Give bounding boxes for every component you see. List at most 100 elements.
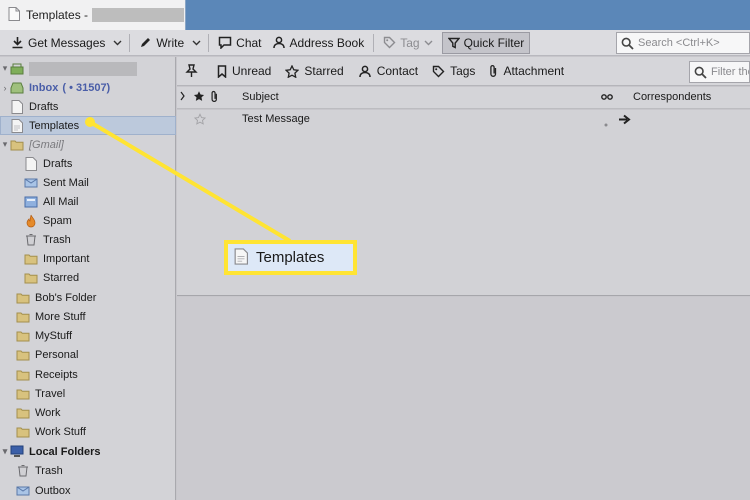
quick-filter-button[interactable]: Quick Filter [441, 31, 531, 54]
folder-outbox[interactable]: Outbox [0, 481, 176, 500]
get-messages-label: Get Messages [28, 35, 106, 50]
global-search-input[interactable]: Search <Ctrl+K> [616, 32, 750, 54]
folder-label: Trash [43, 233, 71, 246]
write-label: Write [156, 35, 185, 50]
templates-icon [10, 118, 24, 133]
collapse-arrow-icon[interactable]: ▾ [0, 446, 10, 457]
filter-messages-input[interactable]: Filter these messages <Ctrl+Shift+K> [689, 61, 750, 83]
folder-gmail-trash[interactable]: Trash [0, 230, 176, 249]
folder-label: Spam [43, 214, 72, 227]
filter-messages-placeholder: Filter these messages <Ctrl+Shift+K> [711, 66, 749, 78]
tab-templates[interactable]: Templates - [0, 0, 186, 30]
chat-label: Chat [236, 35, 262, 50]
correspondents-column-header[interactable]: Correspondents [633, 91, 711, 103]
trash-icon [16, 464, 30, 478]
get-messages-dropdown[interactable] [110, 32, 125, 54]
contact-label: Contact [376, 64, 419, 78]
read-status-dot-icon[interactable] [604, 118, 608, 130]
folder-drafts[interactable]: Drafts [0, 97, 176, 116]
search-icon [694, 66, 707, 79]
get-messages-button[interactable]: Get Messages [6, 32, 110, 54]
star-icon[interactable] [193, 113, 207, 128]
folder-label: Trash [35, 464, 63, 477]
folder-gmail[interactable]: ▾ [Gmail] [0, 135, 176, 154]
folder-icon [16, 368, 30, 382]
write-dropdown[interactable] [189, 32, 204, 54]
local-folders-row[interactable]: ▾ Local Folders [0, 442, 176, 461]
filter-attachment-button[interactable]: Attachment [489, 64, 564, 78]
table-row[interactable]: Test Message [177, 110, 750, 129]
folder-all-mail[interactable]: All Mail [0, 192, 176, 211]
folder-label: Personal [35, 348, 79, 361]
trash-icon [24, 233, 38, 247]
folder-local-trash[interactable]: Trash [0, 461, 176, 480]
collapse-arrow-icon[interactable]: ▾ [0, 63, 10, 74]
write-button[interactable]: Write [134, 32, 189, 54]
folder-pane: ▾ › Inbox ( • 31507) Drafts Templates ▾ … [0, 57, 176, 500]
folder-sent-mail[interactable]: Sent Mail [0, 173, 176, 192]
tag-icon [432, 65, 445, 77]
drafts-icon [24, 156, 38, 171]
collapse-arrow-icon[interactable]: ▾ [0, 139, 10, 150]
unread-label: Unread [232, 64, 272, 78]
chevron-down-icon [424, 40, 433, 45]
callout-label: Templates [256, 249, 325, 266]
templates-callout: Templates [224, 240, 357, 275]
folder-receipts[interactable]: Receipts [0, 365, 176, 384]
inbox-label: Inbox [29, 81, 59, 94]
filter-unread-button[interactable]: Unread [217, 64, 271, 78]
folder-label: All Mail [43, 195, 79, 208]
chat-button[interactable]: Chat [213, 32, 266, 54]
folder-icon [16, 425, 30, 439]
chevron-down-icon [113, 40, 122, 45]
folder-icon [16, 348, 30, 362]
bookmark-icon [217, 64, 227, 78]
tags-label: Tags [450, 64, 476, 78]
paperclip-icon [490, 65, 497, 77]
folder-mystuff[interactable]: MyStuff [0, 326, 176, 345]
folder-work[interactable]: Work [0, 403, 176, 422]
folder-bobs-folder[interactable]: Bob's Folder [0, 288, 176, 307]
account-name-redacted [92, 8, 185, 22]
folder-label: Bob's Folder [35, 291, 97, 304]
subject-column-header[interactable]: Subject [242, 91, 279, 103]
folder-icon [24, 252, 38, 266]
folder-more-stuff[interactable]: More Stuff [0, 307, 176, 326]
folder-icon [16, 291, 30, 305]
folder-gmail-drafts[interactable]: Drafts [0, 154, 176, 173]
folder-spam[interactable]: Spam [0, 211, 176, 230]
folder-work-stuff[interactable]: Work Stuff [0, 422, 176, 441]
flame-icon [24, 214, 38, 228]
address-book-button[interactable]: Address Book [267, 32, 370, 54]
starred-column-icon[interactable] [193, 90, 205, 105]
folder-inbox[interactable]: › Inbox ( • 31507) [0, 78, 176, 97]
filter-contact-button[interactable]: Contact [358, 64, 418, 78]
account-row[interactable]: ▾ [0, 59, 176, 78]
drafts-icon [10, 99, 24, 114]
folder-label: Starred [43, 271, 80, 284]
templates-icon [234, 247, 248, 268]
filter-tags-button[interactable]: Tags [432, 64, 475, 78]
folder-templates[interactable]: Templates [0, 116, 176, 135]
folder-personal[interactable]: Personal [0, 345, 176, 364]
quick-filter-bar: Unread Starred Contact Tags Attachment F… [177, 57, 750, 86]
thread-column-icon[interactable] [179, 91, 187, 106]
filter-starred-button[interactable]: Starred [285, 64, 344, 78]
folder-label: Work Stuff [35, 425, 86, 438]
inbox-icon [10, 81, 24, 95]
expand-arrow-icon[interactable]: › [0, 83, 10, 93]
folder-travel[interactable]: Travel [0, 384, 176, 403]
gmail-label: [Gmail] [29, 138, 64, 151]
sticky-pin-button[interactable] [185, 64, 203, 78]
tag-button[interactable]: Tag [378, 32, 441, 54]
local-folders-label: Local Folders [29, 445, 101, 458]
folder-label: MyStuff [35, 329, 73, 342]
main-toolbar: Get Messages Write Chat Address Book Tag… [0, 30, 750, 56]
attachment-column-icon[interactable] [210, 90, 219, 106]
account-name-redacted [29, 61, 137, 76]
contact-icon [272, 36, 285, 49]
folder-starred[interactable]: Starred [0, 268, 176, 287]
folder-important[interactable]: Important [0, 249, 176, 268]
folder-label: Important [43, 252, 90, 265]
read-status-column-icon[interactable] [601, 92, 613, 104]
